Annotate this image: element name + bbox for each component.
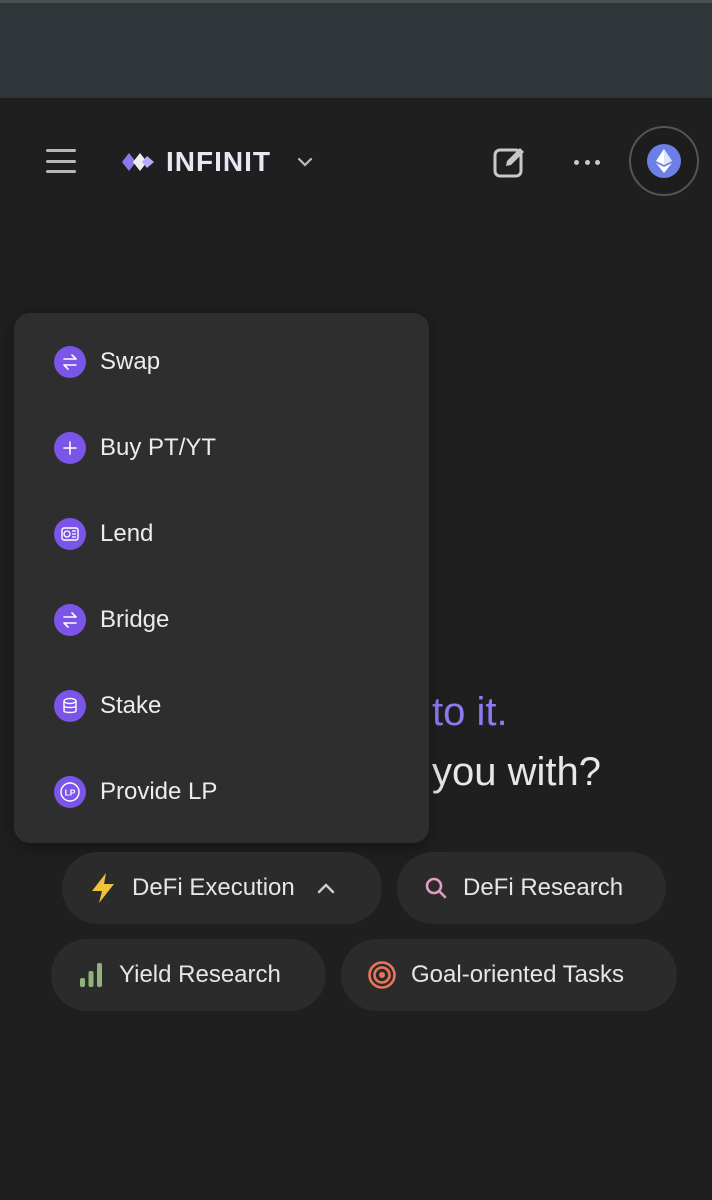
menu-item-lend[interactable]: Lend bbox=[54, 514, 153, 554]
menu-item-label: Bridge bbox=[100, 606, 170, 633]
svg-text:LP: LP bbox=[65, 788, 76, 798]
hamburger-menu-button[interactable] bbox=[44, 146, 78, 176]
plus-icon bbox=[54, 432, 86, 464]
network-wallet-button[interactable] bbox=[629, 126, 699, 196]
menu-item-label: Provide LP bbox=[100, 778, 218, 805]
chip-yield-research[interactable]: Yield Research bbox=[51, 939, 326, 1011]
search-icon bbox=[425, 877, 447, 899]
headline-accent-line: to it. bbox=[432, 690, 508, 734]
dot bbox=[574, 159, 579, 165]
infinit-logo-icon bbox=[122, 153, 154, 171]
menu-item-label: Swap bbox=[100, 348, 161, 375]
chevron-up-icon bbox=[317, 883, 334, 894]
chip-label: Yield Research bbox=[119, 961, 281, 988]
chip-label: DeFi Research bbox=[463, 874, 624, 901]
chip-defi-execution[interactable]: DeFi Execution bbox=[62, 852, 382, 924]
menu-line bbox=[46, 170, 76, 173]
menu-item-label: Lend bbox=[100, 520, 154, 547]
ethereum-icon bbox=[647, 144, 681, 178]
chip-label: Goal-oriented Tasks bbox=[411, 961, 624, 988]
menu-line bbox=[46, 149, 76, 152]
new-chat-button[interactable] bbox=[490, 142, 530, 182]
top-status-bar bbox=[0, 0, 712, 98]
menu-item-swap[interactable]: Swap bbox=[54, 342, 160, 382]
menu-item-bridge[interactable]: Bridge bbox=[54, 600, 169, 640]
target-icon bbox=[368, 961, 396, 989]
headline-question-line: you with? bbox=[432, 750, 601, 794]
swap-icon bbox=[54, 346, 86, 378]
menu-item-buy-pt-yt[interactable]: Buy PT/YT bbox=[54, 428, 216, 468]
dot bbox=[584, 159, 590, 165]
brand-name: INFINIT bbox=[166, 146, 271, 177]
chip-label: DeFi Execution bbox=[132, 874, 295, 901]
chip-goal-oriented-tasks[interactable]: Goal-oriented Tasks bbox=[341, 939, 677, 1011]
more-options-button[interactable] bbox=[570, 148, 604, 176]
edit-icon bbox=[493, 148, 524, 178]
bar-chart-icon bbox=[80, 963, 102, 987]
menu-line bbox=[46, 159, 76, 163]
chip-defi-research[interactable]: DeFi Research bbox=[397, 852, 666, 924]
menu-item-label: Stake bbox=[100, 692, 162, 719]
lightning-icon bbox=[92, 873, 114, 903]
welcome-headline: to it. you with? bbox=[432, 685, 601, 799]
chevron-down-icon bbox=[297, 157, 313, 167]
menu-item-stake[interactable]: Stake bbox=[54, 686, 161, 726]
menu-item-label: Buy PT/YT bbox=[100, 434, 217, 461]
menu-item-provide-lp[interactable]: LP Provide LP bbox=[54, 772, 217, 812]
brand-switcher[interactable]: INFINIT bbox=[120, 142, 313, 182]
stake-icon bbox=[54, 690, 86, 722]
execution-options-dropdown: Swap Buy PT/YT Lend Bridge Stake LP Prov… bbox=[14, 313, 429, 843]
bridge-icon bbox=[54, 604, 86, 636]
dot bbox=[595, 159, 600, 165]
lp-icon: LP bbox=[54, 776, 86, 808]
app-header: INFINIT bbox=[0, 98, 712, 228]
lend-icon bbox=[54, 518, 86, 550]
